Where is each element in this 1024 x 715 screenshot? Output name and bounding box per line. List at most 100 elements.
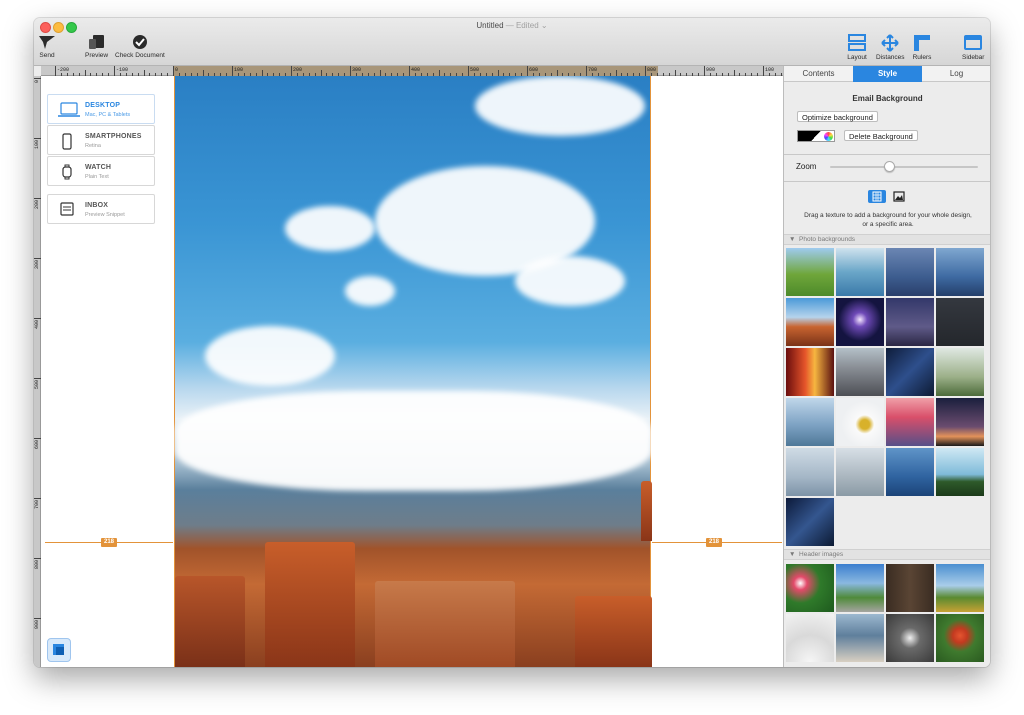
ruler-label: 600 xyxy=(34,440,40,450)
left-distance-label: 218 xyxy=(101,538,118,547)
photo-thumb[interactable] xyxy=(786,248,834,296)
delete-background-button[interactable]: Delete Background xyxy=(844,130,918,141)
design-canvas[interactable]: DESKTOP Mac, PC & Tablets SMARTPHONES Re… xyxy=(41,76,783,667)
ruler-tick xyxy=(34,558,41,559)
devices-icon xyxy=(88,35,104,49)
photo-thumb[interactable] xyxy=(886,248,934,296)
device-item-inbox[interactable]: INBOX Preview Snippet xyxy=(47,194,155,224)
rulers-button[interactable]: Rulers xyxy=(912,34,932,61)
tab-style[interactable]: Style xyxy=(853,66,922,82)
header-thumb[interactable] xyxy=(886,564,934,612)
preview-button[interactable]: Preview xyxy=(85,34,108,59)
vertical-ruler[interactable]: 0 100 200 300 400 500 600 700 800 900 xyxy=(34,76,41,667)
photo-thumb[interactable] xyxy=(836,348,884,396)
right-distance-label: 218 xyxy=(706,538,723,547)
layout-icon xyxy=(848,34,866,51)
group-header-images[interactable]: ▼ Header images xyxy=(784,549,990,560)
photo-thumb[interactable] xyxy=(836,448,884,496)
device-item-desktop[interactable]: DESKTOP Mac, PC & Tablets xyxy=(47,94,155,124)
device-name-watch: WATCH xyxy=(85,164,112,171)
ruler-tick xyxy=(409,66,410,76)
ruler-tick xyxy=(34,138,41,139)
horizontal-ruler[interactable]: -200 -100 0 100 200 300 400 500 600 700 800 900 100 xyxy=(41,66,783,76)
header-thumb[interactable] xyxy=(836,614,884,662)
device-sub-watch: Plain Text xyxy=(85,174,109,180)
tab-log[interactable]: Log xyxy=(922,66,990,82)
section-title: Email Background xyxy=(852,94,923,103)
layout-button[interactable]: Layout xyxy=(847,34,867,61)
photo-thumb[interactable] xyxy=(786,498,834,546)
photo-thumb[interactable] xyxy=(786,298,834,346)
ruler-tick xyxy=(34,78,41,79)
device-item-smartphones[interactable]: SMARTPHONES Retina xyxy=(47,125,155,155)
photo-thumb[interactable] xyxy=(886,348,934,396)
photo-thumb[interactable] xyxy=(836,298,884,346)
texture-mode-button[interactable] xyxy=(868,190,886,203)
photo-thumb[interactable] xyxy=(836,248,884,296)
optimize-background-button[interactable]: Optimize background xyxy=(797,111,878,122)
header-thumb[interactable] xyxy=(936,564,984,612)
title-bar: Untitled — Edited ⌄ Send Preview Check D… xyxy=(34,18,990,66)
ruler-tick xyxy=(173,66,174,76)
email-background-photo[interactable] xyxy=(174,76,652,667)
device-name-smartphones: SMARTPHONES xyxy=(85,133,142,140)
ruler-label: 300 xyxy=(34,260,40,270)
image-icon xyxy=(893,191,905,202)
checkmark-circle-icon xyxy=(132,35,147,49)
header-thumb[interactable] xyxy=(936,614,984,662)
ruler-tick xyxy=(232,66,233,76)
ruler-tick xyxy=(704,66,705,76)
photo-thumb[interactable] xyxy=(936,298,984,346)
ruler-label: 500 xyxy=(34,380,40,390)
ruler-tick xyxy=(55,66,56,76)
device-sub-inbox: Preview Snippet xyxy=(85,212,125,218)
photo-thumb[interactable] xyxy=(886,298,934,346)
photo-thumb[interactable] xyxy=(886,398,934,446)
photo-mode-button[interactable] xyxy=(890,190,908,203)
photo-thumb[interactable] xyxy=(936,398,984,446)
tab-contents[interactable]: Contents xyxy=(784,66,853,82)
background-color-well[interactable] xyxy=(797,130,835,142)
ruler-tick xyxy=(645,66,646,76)
ruler-label: 200 xyxy=(34,200,40,210)
ruler-label: 100 xyxy=(34,140,40,150)
photo-thumb[interactable] xyxy=(786,348,834,396)
photo-thumb[interactable] xyxy=(886,448,934,496)
ruler-tick xyxy=(34,318,41,319)
photo-thumb[interactable] xyxy=(936,248,984,296)
header-thumb[interactable] xyxy=(786,564,834,612)
ruler-label: 400 xyxy=(34,320,40,330)
layers-toggle-button[interactable] xyxy=(47,638,71,662)
phone-icon xyxy=(62,133,72,155)
zoom-slider-knob[interactable] xyxy=(884,161,896,172)
sidebar-tabs: Contents Style Log xyxy=(784,66,990,82)
ruler-tick xyxy=(34,618,41,619)
distances-button[interactable]: Distances xyxy=(876,34,905,61)
group-photo-backgrounds[interactable]: ▼ Photo backgrounds xyxy=(784,234,990,245)
ruler-tick xyxy=(350,66,351,76)
header-thumb[interactable] xyxy=(836,564,884,612)
send-button[interactable]: Send xyxy=(38,34,56,59)
ruler-tick xyxy=(586,66,587,76)
inbox-icon xyxy=(60,202,74,221)
ruler-label: 800 xyxy=(34,560,40,570)
photo-thumb[interactable] xyxy=(836,398,884,446)
header-thumb[interactable] xyxy=(786,614,834,662)
header-thumb[interactable] xyxy=(886,614,934,662)
ruler-tick xyxy=(527,66,528,76)
device-sub-desktop: Mac, PC & Tablets xyxy=(85,112,131,118)
ruler-tick xyxy=(763,66,764,76)
ruler-tick xyxy=(34,438,41,439)
ruler-tick xyxy=(114,66,115,76)
device-item-watch[interactable]: WATCH Plain Text xyxy=(47,156,155,186)
photo-thumb[interactable] xyxy=(786,398,834,446)
check-document-button[interactable]: Check Document xyxy=(115,34,165,59)
texture-hint-text: Drag a texture to add a background for y… xyxy=(804,212,972,228)
photo-thumb[interactable] xyxy=(936,448,984,496)
photo-thumb[interactable] xyxy=(936,348,984,396)
sidebar-toggle-button[interactable]: Sidebar xyxy=(962,34,984,61)
photo-thumb[interactable] xyxy=(786,448,834,496)
window-title: Untitled — Edited ⌄ xyxy=(476,21,548,30)
ruler-tick xyxy=(34,378,41,379)
zoom-slider-track[interactable] xyxy=(830,166,978,168)
